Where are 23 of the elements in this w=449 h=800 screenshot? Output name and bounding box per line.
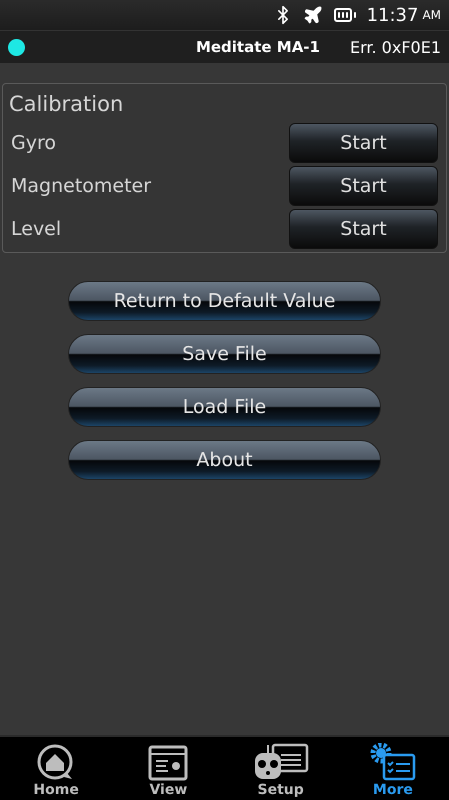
error-code: Err. 0xF0E1	[350, 38, 441, 56]
airplane-icon	[302, 5, 323, 25]
window-icon	[148, 745, 188, 781]
remote-control-icon	[252, 743, 309, 781]
action-button[interactable]: About	[68, 440, 381, 480]
settings-list-icon	[370, 743, 416, 781]
nav-tab[interactable]: View	[112, 737, 224, 800]
action-button[interactable]: Load File	[68, 387, 381, 427]
nav-tab[interactable]: Setup	[224, 737, 337, 800]
action-button[interactable]: Save File	[68, 334, 381, 374]
nav-tab[interactable]: More	[336, 737, 449, 800]
start-button[interactable]: Start	[289, 209, 438, 249]
start-button[interactable]: Start	[289, 123, 438, 163]
panel-title: Calibration	[9, 92, 124, 116]
start-button[interactable]: Start	[289, 166, 438, 206]
device-name: Meditate MA-1	[196, 38, 320, 56]
action-button[interactable]: Return to Default Value	[68, 281, 381, 321]
calibration-label: Gyro	[11, 132, 56, 154]
calibration-label: Level	[11, 218, 62, 240]
nav-tab[interactable]: Home	[0, 737, 112, 800]
clock-period: AM	[422, 8, 441, 22]
calibration-label: Magnetometer	[11, 175, 152, 197]
clock-time: 11:37	[366, 4, 418, 26]
